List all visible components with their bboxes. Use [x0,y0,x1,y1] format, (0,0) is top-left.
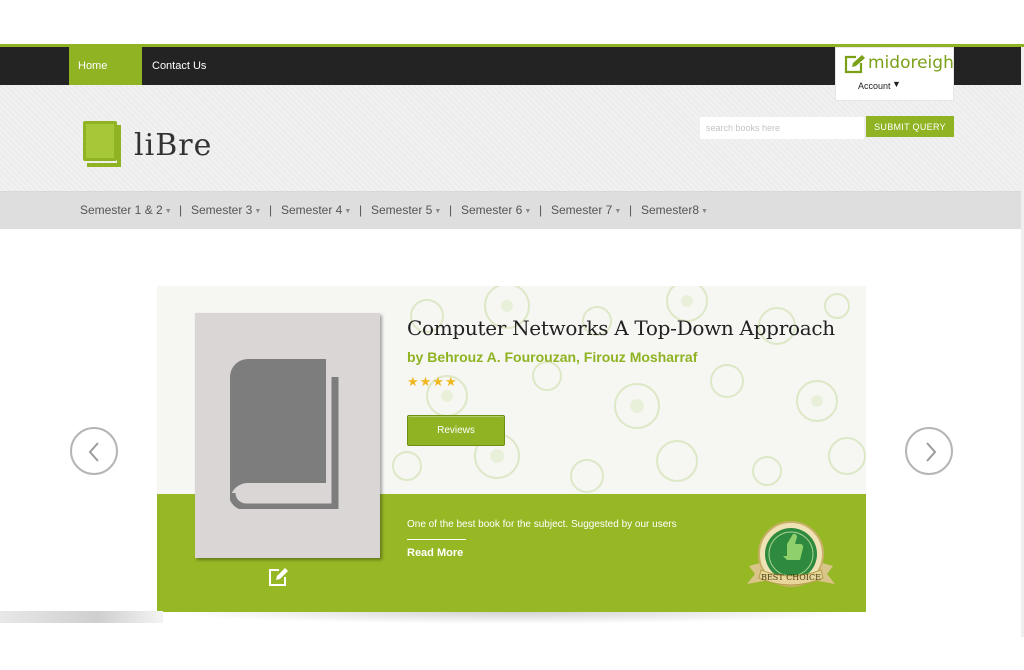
edit-icon[interactable] [268,567,290,592]
account-username: midoreigh [868,53,954,73]
semester-label: Semester 4 [281,203,343,217]
semester-item-4[interactable]: Semester 4 ▼ [281,192,351,229]
menu-separator: | [269,203,273,217]
book-cover[interactable] [195,313,380,558]
semester-item-6[interactable]: Semester 6 ▼ [461,192,531,229]
caret-down-icon: ▼ [434,208,442,215]
svg-text:BEST CHOICE: BEST CHOICE [761,573,821,582]
semester-label: Semester 6 [461,203,523,217]
best-choice-badge-icon: BEST CHOICE [743,520,839,599]
caret-down-icon: ▼ [892,79,901,89]
book-title[interactable]: Computer Networks A Top-Down Approach [407,316,835,340]
semester-label: Semester 7 [551,203,613,217]
carousel-prev-button[interactable] [70,427,118,475]
read-more-link[interactable]: Read More [407,547,463,559]
submit-query-button[interactable]: SUBMIT QUERY [866,116,954,137]
divider [407,539,466,540]
semester-label: Semester8 [641,203,700,217]
brand-name[interactable]: liBre [134,128,212,163]
nav-home-page[interactable]: Home page [69,47,142,110]
chevron-left-icon [88,442,99,462]
semester-item-8[interactable]: Semester8 ▼ [641,192,708,229]
semester-label: Semester 3 [191,203,253,217]
slide-description: One of the best book for the subject. Su… [407,519,677,530]
semester-label: Semester 5 [371,203,433,217]
caret-down-icon: ▼ [164,208,172,215]
account-menu[interactable]: midoreigh Account ▼ [835,47,954,101]
page: Home page Contact Us midoreigh Account ▼… [0,0,1024,670]
book-icon [230,359,339,509]
reviews-button[interactable]: Reviews [407,415,505,446]
semester-item-1-2[interactable]: Semester 1 & 2 ▼ [80,192,172,229]
caret-down-icon: ▼ [344,208,352,215]
slide-shadow [160,612,864,624]
chevron-right-icon [926,442,937,462]
carousel-next-button[interactable] [905,427,953,475]
semester-item-5[interactable]: Semester 5 ▼ [371,192,441,229]
caret-down-icon: ▼ [254,208,262,215]
menu-separator: | [179,203,183,217]
semester-item-3[interactable]: Semester 3 ▼ [191,192,261,229]
menu-separator: | [359,203,363,217]
semester-item-7[interactable]: Semester 7 ▼ [551,192,621,229]
caret-down-icon: ▼ [701,208,708,215]
book-author: by Behrouz A. Fourouzan, Firouz Mosharra… [407,349,698,365]
book-logo-icon[interactable] [83,121,125,172]
menu-separator: | [449,203,453,217]
edit-square-icon [844,54,866,79]
semester-label: Semester 1 & 2 [80,203,163,217]
menu-separator: | [539,203,543,217]
caret-down-icon: ▼ [524,208,532,215]
menu-separator: | [629,203,633,217]
caret-down-icon: ▼ [614,208,622,215]
semester-menu: Semester 1 & 2 ▼ | Semester 3 ▼ | Semester… [0,192,1024,229]
rating-stars: ★★★★ [407,374,458,389]
nav-contact-us[interactable]: Contact Us [143,47,215,85]
search-input[interactable] [699,116,865,140]
horizontal-scrollbar[interactable] [0,611,163,623]
account-label[interactable]: Account [858,81,891,91]
